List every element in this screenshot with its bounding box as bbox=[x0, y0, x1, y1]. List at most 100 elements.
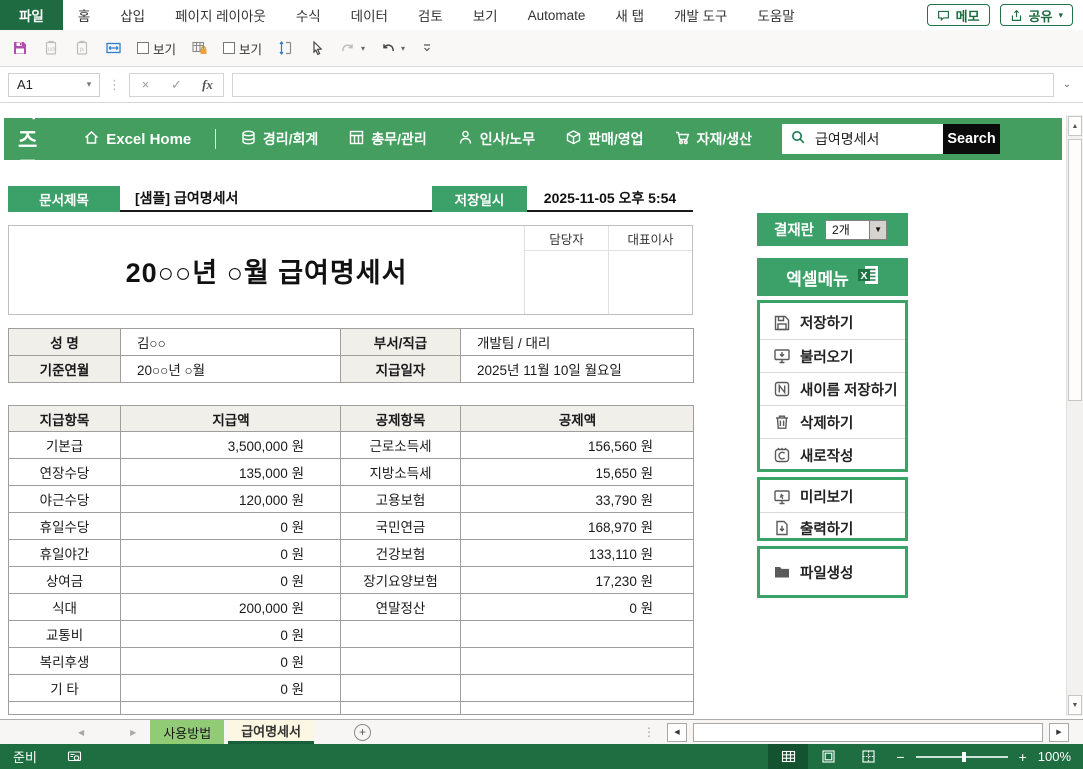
page-title[interactable]: 20○○년 ○월 급여명세서 bbox=[9, 226, 524, 314]
deduction-amount[interactable]: 168,970 원 bbox=[461, 513, 694, 540]
tab-new-tab[interactable]: 새 탭 bbox=[600, 0, 659, 30]
add-sheet-icon[interactable]: + bbox=[354, 724, 371, 741]
scroll-down-icon[interactable]: ▼ bbox=[1068, 695, 1082, 715]
empty-cell[interactable] bbox=[461, 702, 694, 715]
nav-excel-home[interactable]: Excel Home bbox=[83, 129, 191, 150]
tab-file[interactable]: 파일 bbox=[0, 0, 63, 30]
approval-count-dropdown[interactable]: 2개 ▼ bbox=[825, 220, 887, 240]
protect-sheet-icon[interactable] bbox=[191, 40, 208, 56]
save-icon[interactable] bbox=[12, 40, 28, 56]
saved-time-value[interactable]: 2025-11-05 오후 5:54 bbox=[527, 186, 693, 212]
deduction-item[interactable]: 장기요양보험 bbox=[341, 567, 461, 594]
name-box[interactable]: A1 ▾ bbox=[8, 73, 100, 97]
pay-amount[interactable]: 0 원 bbox=[121, 621, 341, 648]
dropdown-arrow-icon[interactable]: ▼ bbox=[869, 221, 886, 239]
deduction-amount[interactable]: 33,790 원 bbox=[461, 486, 694, 513]
vertical-scroll-thumb[interactable] bbox=[1068, 139, 1082, 401]
deduction-amount[interactable]: 0 원 bbox=[461, 594, 694, 621]
tab-insert[interactable]: 삽입 bbox=[105, 0, 160, 30]
insert-function-icon[interactable]: fx bbox=[192, 77, 223, 93]
qat-overflow-icon[interactable] bbox=[420, 41, 434, 55]
deduction-amount[interactable]: 133,110 원 bbox=[461, 540, 694, 567]
sheet-tab-payroll[interactable]: 급여명세서 bbox=[228, 720, 314, 744]
pay-item[interactable]: 연장수당 bbox=[9, 459, 121, 486]
pay-amount[interactable]: 0 원 bbox=[121, 513, 341, 540]
doc-title-value[interactable]: [샘플] 급여명세서 bbox=[120, 186, 432, 212]
checkbox-icon[interactable] bbox=[223, 42, 235, 54]
tab-developer[interactable]: 개발 도구 bbox=[659, 0, 742, 30]
pay-amount[interactable]: 0 원 bbox=[121, 540, 341, 567]
deduction-item[interactable]: 연말정산 bbox=[341, 594, 461, 621]
menu-item-save-as[interactable]: 새이름 저장하기 bbox=[760, 372, 905, 405]
sign-cell-manager[interactable] bbox=[524, 251, 608, 314]
nav-item-sales[interactable]: 판매/영업 bbox=[565, 129, 643, 149]
menu-item-delete[interactable]: 삭제하기 bbox=[760, 405, 905, 438]
formula-bar-expand-icon[interactable]: ⌄ bbox=[1059, 79, 1075, 90]
tab-page-layout[interactable]: 페이지 레이아웃 bbox=[160, 0, 281, 30]
select-cursor-icon[interactable] bbox=[309, 40, 325, 56]
deduction-item[interactable]: 건강보험 bbox=[341, 540, 461, 567]
splitter-handle-icon[interactable]: ⋮ bbox=[643, 725, 655, 739]
share-button[interactable]: 공유 ▾ bbox=[1000, 4, 1073, 26]
view-toggle-1[interactable]: 보기 bbox=[137, 39, 176, 58]
empty-cell[interactable] bbox=[341, 702, 461, 715]
col-header-pay-amount[interactable]: 지급액 bbox=[121, 406, 341, 432]
chevron-down-icon[interactable]: ▾ bbox=[79, 79, 99, 90]
deduction-item[interactable] bbox=[341, 648, 461, 675]
checkbox-icon[interactable] bbox=[137, 42, 149, 54]
horizontal-scroll-track[interactable] bbox=[693, 723, 1043, 742]
empty-cell[interactable] bbox=[9, 702, 121, 715]
enter-icon[interactable]: ✓ bbox=[161, 77, 192, 93]
col-header-deduction-item[interactable]: 공제항목 bbox=[341, 406, 461, 432]
sign-header-ceo[interactable]: 대표이사 bbox=[608, 226, 692, 250]
pay-amount[interactable]: 3,500,000 원 bbox=[121, 432, 341, 459]
search-input[interactable] bbox=[813, 130, 935, 148]
pay-amount[interactable]: 0 원 bbox=[121, 567, 341, 594]
zoom-level-label[interactable]: 100% bbox=[1038, 749, 1071, 764]
empty-cell[interactable] bbox=[121, 702, 341, 715]
sheet-prev-icon[interactable]: ◀ bbox=[78, 728, 84, 737]
formula-input[interactable] bbox=[232, 73, 1054, 97]
pay-item[interactable]: 복리후생 bbox=[9, 648, 121, 675]
saved-time-label[interactable]: 저장일시 bbox=[432, 186, 527, 212]
col-header-deduction-amount[interactable]: 공제액 bbox=[461, 406, 694, 432]
hscroll-left-icon[interactable]: ◀ bbox=[667, 723, 687, 742]
info-payday-value[interactable]: 2025년 11월 10일 월요일 bbox=[461, 356, 694, 383]
pay-item[interactable]: 기 타 bbox=[9, 675, 121, 702]
pay-item[interactable]: 휴일수당 bbox=[9, 513, 121, 540]
pay-amount[interactable]: 135,000 원 bbox=[121, 459, 341, 486]
pay-item[interactable]: 휴일야간 bbox=[9, 540, 121, 567]
deduction-item[interactable] bbox=[341, 621, 461, 648]
nav-item-hr[interactable]: 인사/노무 bbox=[457, 129, 535, 149]
paste-values-icon[interactable]: 123 bbox=[43, 40, 59, 56]
info-period-label[interactable]: 기준연월 bbox=[9, 356, 121, 383]
tab-view[interactable]: 보기 bbox=[458, 0, 513, 30]
undo-button[interactable]: ▾ bbox=[380, 40, 405, 56]
col-header-pay-item[interactable]: 지급항목 bbox=[9, 406, 121, 432]
cancel-icon[interactable]: × bbox=[130, 77, 161, 92]
scroll-up-icon[interactable]: ▲ bbox=[1068, 116, 1082, 136]
page-break-view-icon[interactable] bbox=[848, 744, 888, 769]
sign-cell-ceo[interactable] bbox=[608, 251, 692, 314]
zoom-slider[interactable] bbox=[916, 756, 1008, 758]
menu-item-save[interactable]: 저장하기 bbox=[760, 306, 905, 339]
pay-item[interactable]: 상여금 bbox=[9, 567, 121, 594]
pay-amount[interactable]: 120,000 원 bbox=[121, 486, 341, 513]
pay-amount[interactable]: 200,000 원 bbox=[121, 594, 341, 621]
zoom-slider-thumb[interactable] bbox=[962, 752, 966, 762]
nav-item-materials[interactable]: 자재/생산 bbox=[674, 129, 752, 149]
deduction-item[interactable]: 근로소득세 bbox=[341, 432, 461, 459]
sign-header-manager[interactable]: 담당자 bbox=[524, 226, 608, 250]
pay-item[interactable]: 교통비 bbox=[9, 621, 121, 648]
sheet-next-icon[interactable]: ▶ bbox=[130, 728, 136, 737]
info-name-value[interactable]: 김○○ bbox=[121, 329, 341, 356]
info-dept-label[interactable]: 부서/직급 bbox=[341, 329, 461, 356]
info-period-value[interactable]: 20○○년 ○월 bbox=[121, 356, 341, 383]
zoom-out-icon[interactable]: − bbox=[896, 749, 904, 765]
comments-button[interactable]: 메모 bbox=[927, 4, 990, 26]
hscroll-right-icon[interactable]: ▶ bbox=[1049, 723, 1069, 742]
search-box[interactable] bbox=[782, 124, 943, 154]
menu-item-preview[interactable]: 미리보기 bbox=[760, 481, 905, 512]
pay-item[interactable]: 야근수당 bbox=[9, 486, 121, 513]
pay-amount[interactable]: 0 원 bbox=[121, 675, 341, 702]
